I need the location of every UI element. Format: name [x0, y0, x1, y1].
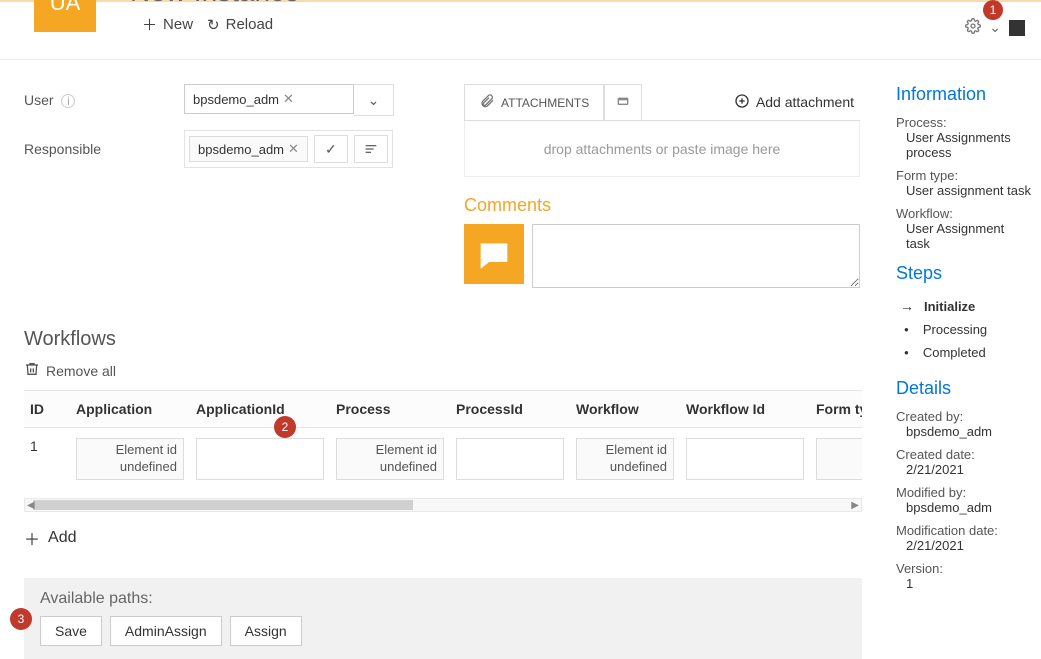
app-launcher-icon[interactable]: [1009, 20, 1025, 36]
steps-heading: Steps: [896, 263, 1031, 284]
modifiedby-key: Modified by:: [896, 485, 1031, 500]
cell-application[interactable]: Element id undefined: [76, 438, 184, 480]
remove-all-label: Remove all: [46, 363, 116, 379]
remove-all-button[interactable]: Remove all: [24, 361, 880, 380]
user-chip-label: bpsdemo_adm: [193, 92, 279, 107]
createdby-value: bpsdemo_adm: [896, 424, 1031, 439]
scroll-right-icon[interactable]: ▶: [851, 500, 859, 511]
workflows-heading: Workflows: [24, 328, 880, 351]
attachments-tab[interactable]: ATTACHMENTS: [464, 84, 604, 120]
scroll-left-icon[interactable]: ◀: [27, 500, 35, 511]
step-processing: ●Processing: [900, 318, 1031, 341]
info-icon[interactable]: i: [61, 94, 75, 108]
chevron-down-icon[interactable]: ⌄: [989, 19, 1001, 36]
paperclip-icon: [479, 93, 495, 112]
path-assign-button[interactable]: Assign: [230, 616, 302, 646]
plus-icon: ＋: [142, 14, 157, 35]
responsible-label: Responsible: [24, 141, 184, 157]
annotation-3: 3: [10, 608, 32, 630]
add-attachment-button[interactable]: Add attachment: [734, 93, 860, 112]
add-row-button[interactable]: ＋ Add: [24, 526, 880, 550]
user-dropdown-toggle[interactable]: ⌄: [354, 84, 394, 116]
responsible-chip: bpsdemo_adm ✕: [189, 136, 308, 162]
steps-list: →Initialize ●Processing ●Completed: [896, 294, 1031, 364]
page-title: New Instance: [130, 0, 300, 8]
user-label: User i: [24, 92, 184, 108]
app-badge: UA: [34, 0, 96, 32]
close-icon[interactable]: ✕: [288, 141, 299, 157]
formtype-key: Form type:: [896, 168, 1031, 183]
cell-formtype[interactable]: Element id undefined: [816, 438, 862, 480]
col-id: ID: [24, 391, 70, 428]
workflow-value: User Assignment task: [896, 221, 1031, 251]
workflows-table: ID Application ApplicationId Process Pro…: [24, 390, 862, 490]
reload-icon: ↻: [207, 16, 220, 34]
comments-heading: Comments: [464, 195, 860, 216]
details-heading: Details: [896, 378, 1031, 399]
path-save-button[interactable]: Save: [40, 616, 102, 646]
col-application: Application: [70, 391, 190, 428]
col-workflowid: Workflow Id: [680, 391, 810, 428]
step-initialize: →Initialize: [900, 294, 1031, 318]
version-value: 1: [896, 576, 1031, 591]
cell-process[interactable]: Element id undefined: [336, 438, 444, 480]
col-formtype: Form type: [810, 391, 862, 428]
available-paths-label: Available paths:: [40, 590, 846, 608]
responsible-chip-label: bpsdemo_adm: [198, 142, 284, 157]
createddate-key: Created date:: [896, 447, 1031, 462]
cell-workflowid[interactable]: [686, 438, 804, 480]
add-row-label: Add: [48, 529, 76, 547]
cell-applicationid[interactable]: [196, 438, 324, 480]
attachment-dropzone[interactable]: drop attachments or paste image here: [464, 121, 860, 177]
new-label: New: [163, 16, 193, 33]
workflow-key: Workflow:: [896, 206, 1031, 221]
scroll-thumb[interactable]: [33, 500, 413, 510]
cell-workflow[interactable]: Element id undefined: [576, 438, 674, 480]
comments-input[interactable]: [532, 224, 860, 288]
options-button[interactable]: [354, 135, 388, 163]
reload-label: Reload: [226, 16, 274, 33]
modificationdate-key: Modification date:: [896, 523, 1031, 538]
folder-icon: [615, 93, 631, 112]
responsible-field[interactable]: bpsdemo_adm ✕ ✓: [184, 130, 393, 168]
plus-icon: ＋: [24, 526, 40, 550]
col-applicationid: ApplicationId: [190, 391, 330, 428]
col-workflow: Workflow: [570, 391, 680, 428]
createdby-key: Created by:: [896, 409, 1031, 424]
process-value: User Assignments process: [896, 130, 1031, 160]
path-adminassign-button[interactable]: AdminAssign: [110, 616, 222, 646]
close-icon[interactable]: ✕: [283, 91, 294, 107]
createddate-value: 2/21/2021: [896, 462, 1031, 477]
trash-icon: [24, 361, 40, 380]
new-button[interactable]: ＋ New: [142, 14, 193, 35]
user-select[interactable]: bpsdemo_adm ✕: [184, 84, 354, 114]
annotation-2: 2: [274, 416, 296, 438]
information-heading: Information: [896, 84, 1031, 105]
row-id: 1: [24, 428, 70, 490]
reload-button[interactable]: ↻ Reload: [207, 14, 273, 35]
add-attachment-label: Add attachment: [756, 94, 854, 110]
formtype-value: User assignment task: [896, 183, 1031, 198]
step-completed: ●Completed: [900, 341, 1031, 364]
cell-processid[interactable]: [456, 438, 564, 480]
col-process: Process: [330, 391, 450, 428]
header: UA New Instance ＋ New ↻ Reload ⌄: [0, 2, 1041, 60]
chevron-down-icon: ⌄: [368, 92, 380, 109]
comments-icon: [464, 224, 524, 284]
version-key: Version:: [896, 561, 1031, 576]
col-processid: ProcessId: [450, 391, 570, 428]
confirm-button[interactable]: ✓: [314, 135, 348, 163]
attachments-secondary-tab[interactable]: [604, 84, 642, 120]
gear-icon[interactable]: [965, 18, 981, 37]
attachments-tab-label: ATTACHMENTS: [501, 96, 589, 110]
modificationdate-value: 2/21/2021: [896, 538, 1031, 553]
plus-circle-icon: [734, 93, 750, 112]
annotation-1: 1: [983, 0, 1003, 20]
horizontal-scrollbar[interactable]: ◀ ▶: [24, 498, 862, 512]
process-key: Process:: [896, 115, 1031, 130]
modifiedby-value: bpsdemo_adm: [896, 500, 1031, 515]
